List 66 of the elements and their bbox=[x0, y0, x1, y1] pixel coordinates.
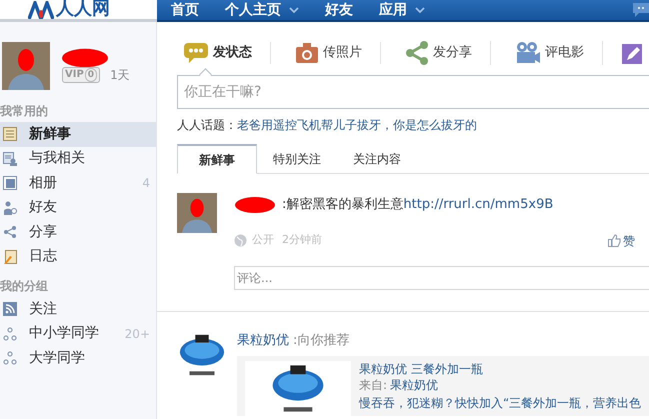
nav-link[interactable]: 个人主页 bbox=[225, 0, 299, 20]
ad-title[interactable]: 果粒奶优 三餐外加一瓶 bbox=[359, 361, 642, 377]
brand-link[interactable]: 果粒奶优 bbox=[237, 330, 289, 350]
section-title: 我的分组 bbox=[0, 278, 49, 295]
speech-bubble-icon bbox=[183, 42, 209, 64]
nav-link[interactable]: 首页 bbox=[171, 0, 199, 20]
sidebar-item[interactable]: 关注 bbox=[0, 297, 156, 322]
group-icon bbox=[3, 326, 17, 341]
movie-camera-icon bbox=[515, 41, 541, 65]
nav-link[interactable]: 好友 bbox=[325, 0, 353, 20]
vip-badge: VIP 0 bbox=[62, 67, 100, 83]
item-count: 4 bbox=[142, 175, 150, 192]
days-label: 1天 bbox=[110, 67, 130, 84]
post-text: :解密黑客的暴利生意 bbox=[282, 196, 404, 214]
avatar-photo bbox=[2, 42, 50, 90]
thumbs-up-icon bbox=[608, 234, 621, 247]
item-count: 20+ bbox=[124, 326, 150, 343]
logo-icon bbox=[28, 1, 54, 19]
globe-icon bbox=[234, 234, 247, 247]
source-label: 来自: bbox=[359, 377, 388, 393]
person-card-icon bbox=[3, 152, 17, 166]
notepad-icon bbox=[3, 250, 17, 264]
sidebar-item[interactable]: 日志 bbox=[0, 244, 156, 269]
caret-icon bbox=[415, 6, 425, 14]
chat-icon[interactable] bbox=[631, 2, 649, 18]
newspaper-icon bbox=[3, 127, 17, 142]
camera-icon bbox=[295, 42, 319, 64]
sidebar-item[interactable]: 好友 bbox=[0, 196, 156, 220]
composer-tab[interactable]: 传照片 bbox=[289, 42, 381, 64]
post-time: 2分钟前 bbox=[282, 232, 322, 248]
vip-level: 0 bbox=[84, 68, 98, 82]
composer-tab[interactable]: 发状态 bbox=[177, 42, 271, 64]
sidebar-item[interactable]: 相册 4 bbox=[0, 171, 156, 196]
sidebar-item[interactable]: 与我相关 bbox=[0, 146, 156, 171]
feed-tab[interactable]: 新鲜事 bbox=[177, 144, 257, 174]
like-button[interactable]: 赞 bbox=[608, 232, 635, 250]
redaction-mark bbox=[234, 196, 276, 213]
post-link[interactable]: http://rrurl.cn/mm5x9B bbox=[403, 195, 554, 214]
nav-link[interactable]: 应用 bbox=[379, 0, 425, 20]
share-icon bbox=[405, 41, 429, 65]
status-input[interactable]: 你正在干嘛? bbox=[177, 75, 649, 109]
caret-icon bbox=[289, 6, 299, 14]
privacy-label: 公开 bbox=[252, 232, 274, 248]
topic-label: 人人话题： bbox=[177, 117, 237, 134]
group-icon bbox=[3, 351, 17, 366]
section-title: 我常用的 bbox=[0, 103, 49, 120]
topic-link[interactable]: 老爸用遥控飞机帮儿子拔牙，你是怎么拔牙的 bbox=[237, 116, 477, 134]
picture-icon bbox=[3, 176, 17, 190]
comment-field[interactable]: 评论... bbox=[234, 266, 649, 290]
avatar-photo bbox=[177, 193, 217, 233]
feed-tab[interactable]: 关注内容 bbox=[337, 144, 417, 174]
feed-tab[interactable]: 特别关注 bbox=[257, 144, 337, 174]
sidebar-item[interactable]: 中小学同学 20+ bbox=[0, 322, 156, 346]
recommend-label: :向你推荐 bbox=[293, 332, 350, 350]
redaction-mark bbox=[62, 48, 108, 68]
notepad-icon[interactable] bbox=[621, 41, 643, 65]
friends-icon bbox=[3, 200, 17, 215]
sidebar-item[interactable]: 新鲜事 bbox=[0, 122, 156, 146]
composer-tab[interactable]: 评电影 bbox=[509, 41, 603, 65]
sidebar-item[interactable]: 分享 bbox=[0, 220, 156, 244]
source-link[interactable]: 果粒奶优 bbox=[390, 377, 438, 393]
ad-description: 慢吞吞，犯迷糊？快快加入“三餐外加一瓶，营养出色 bbox=[359, 395, 642, 411]
composer-tab[interactable]: 发分享 bbox=[399, 41, 491, 65]
sidebar-item[interactable]: 大学同学 bbox=[0, 346, 156, 370]
rss-icon bbox=[3, 302, 17, 316]
share-icon bbox=[3, 225, 17, 240]
